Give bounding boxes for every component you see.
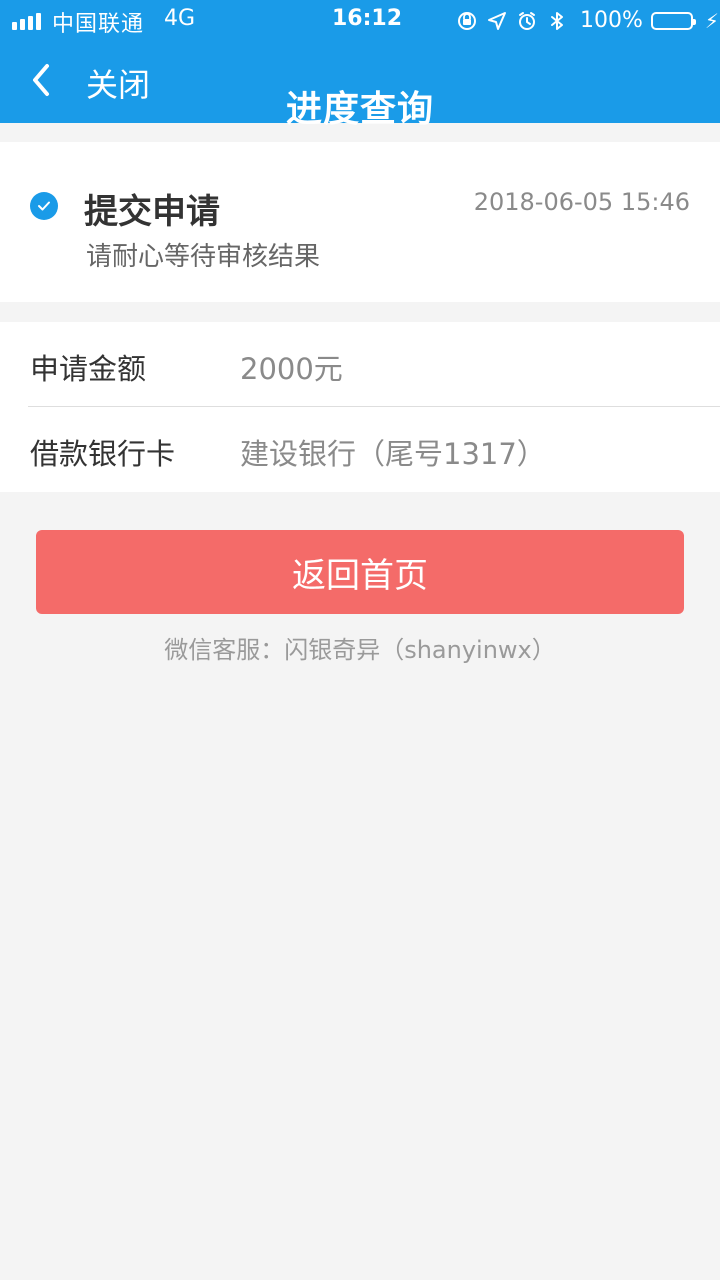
loan-details: 申请金额 2000元 借款银行卡 建设银行（尾号1317） xyxy=(0,322,720,492)
progress-card: 提交申请 2018-06-05 15:46 请耐心等待审核结果 xyxy=(0,142,720,302)
battery-tip xyxy=(692,18,696,25)
battery-icon xyxy=(650,11,696,30)
page-title: 进度查询 xyxy=(285,89,434,131)
progress-timestamp: 2018-06-05 15:46 xyxy=(473,188,690,216)
progress-description: 请耐心等待审核结果 xyxy=(86,242,321,272)
location-icon xyxy=(486,10,508,32)
progress-step-title: 提交申请 xyxy=(84,192,220,232)
bank-card-label: 借款银行卡 xyxy=(30,437,176,471)
status-bar: 中国联通 4G 16:12 100% ⚡ xyxy=(0,0,720,40)
bank-card-value: 建设银行（尾号1317） xyxy=(240,437,546,471)
check-icon xyxy=(30,192,58,220)
network-type: 4G xyxy=(164,6,196,31)
status-icons: 100% ⚡ xyxy=(456,8,719,33)
amount-row: 申请金额 2000元 xyxy=(0,322,720,407)
alarm-icon xyxy=(516,10,538,32)
amount-value: 2000元 xyxy=(240,352,343,386)
amount-label: 申请金额 xyxy=(30,352,147,386)
status-time: 16:12 xyxy=(332,6,403,31)
signal-strength-icon xyxy=(12,10,41,30)
battery-percent: 100% xyxy=(580,8,643,33)
bank-card-row: 借款银行卡 建设银行（尾号1317） xyxy=(0,407,720,491)
orientation-lock-icon xyxy=(456,10,478,32)
customer-service-text: 微信客服：闪银奇异（shanyinwx） xyxy=(164,636,556,664)
app-header: 中国联通 4G 16:12 100% ⚡ 关闭 进度查询 xyxy=(0,0,720,130)
charging-icon: ⚡ xyxy=(704,8,719,33)
bluetooth-icon xyxy=(546,10,568,32)
navigation-bar: 关闭 进度查询 xyxy=(0,40,720,130)
return-home-button[interactable]: 返回首页 xyxy=(36,530,684,614)
carrier-name: 中国联通 xyxy=(52,12,145,37)
